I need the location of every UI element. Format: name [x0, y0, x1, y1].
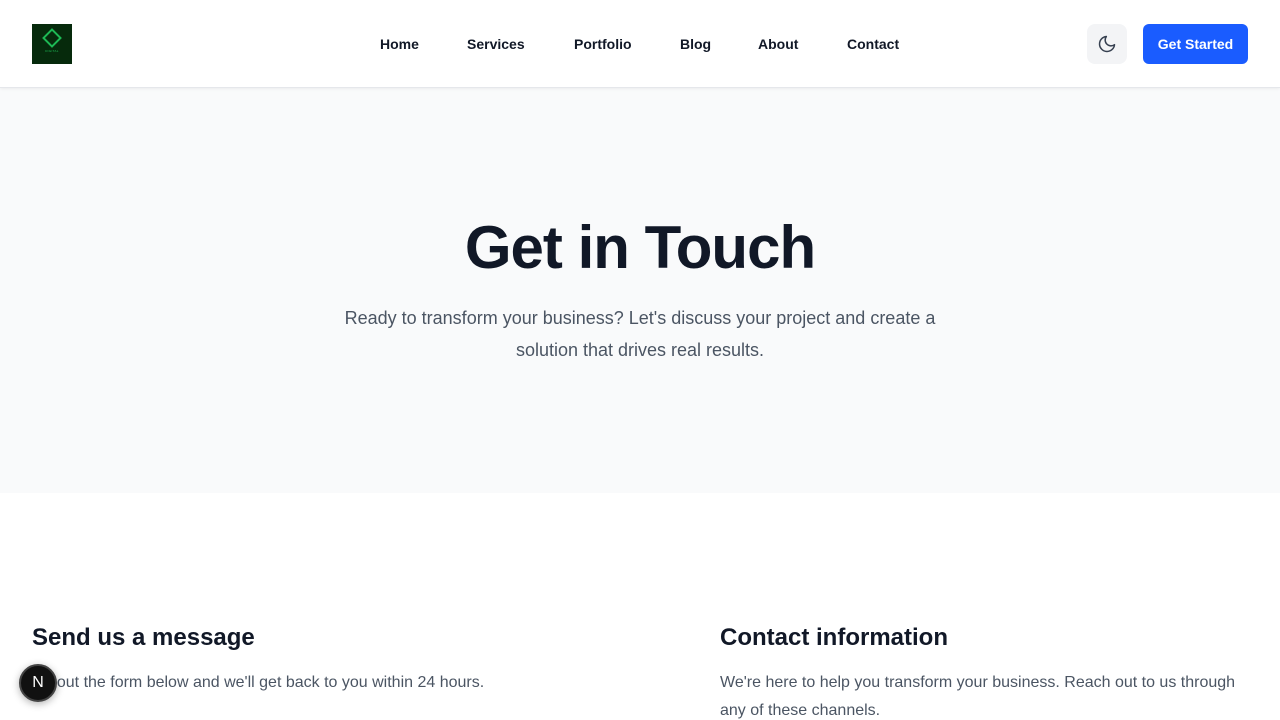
theme-toggle-button[interactable]: [1087, 24, 1127, 64]
dev-tools-badge[interactable]: N: [19, 664, 57, 702]
nav-blog[interactable]: Blog: [680, 36, 711, 52]
logo-text: DIGITAL: [45, 49, 59, 53]
contact-content: Send us a message Fill out the form belo…: [0, 493, 1280, 720]
site-header: DIGITAL Home Services Portfolio Blog Abo…: [0, 0, 1280, 88]
nav-contact[interactable]: Contact: [847, 36, 899, 52]
brand-logo[interactable]: DIGITAL: [32, 24, 72, 64]
message-section-description: Fill out the form below and we'll get ba…: [32, 674, 485, 691]
message-section-title: Send us a message: [32, 624, 255, 651]
hero-subtitle: Ready to transform your business? Let's …: [344, 308, 936, 360]
logo-icon: [42, 28, 62, 48]
get-started-button[interactable]: Get Started: [1143, 24, 1248, 64]
contact-info-title: Contact information: [720, 624, 948, 651]
nav-about[interactable]: About: [758, 36, 798, 52]
hero-section: Get in Touch Ready to transform your bus…: [0, 88, 1280, 493]
nav-services[interactable]: Services: [467, 36, 525, 52]
dev-tools-badge-label: N: [32, 674, 44, 691]
nav-home[interactable]: Home: [380, 36, 419, 52]
nav-portfolio[interactable]: Portfolio: [574, 36, 632, 52]
moon-icon: [1098, 35, 1116, 53]
contact-info-description: We're here to help you transform your bu…: [720, 674, 1236, 719]
page-title: Get in Touch: [464, 214, 816, 281]
